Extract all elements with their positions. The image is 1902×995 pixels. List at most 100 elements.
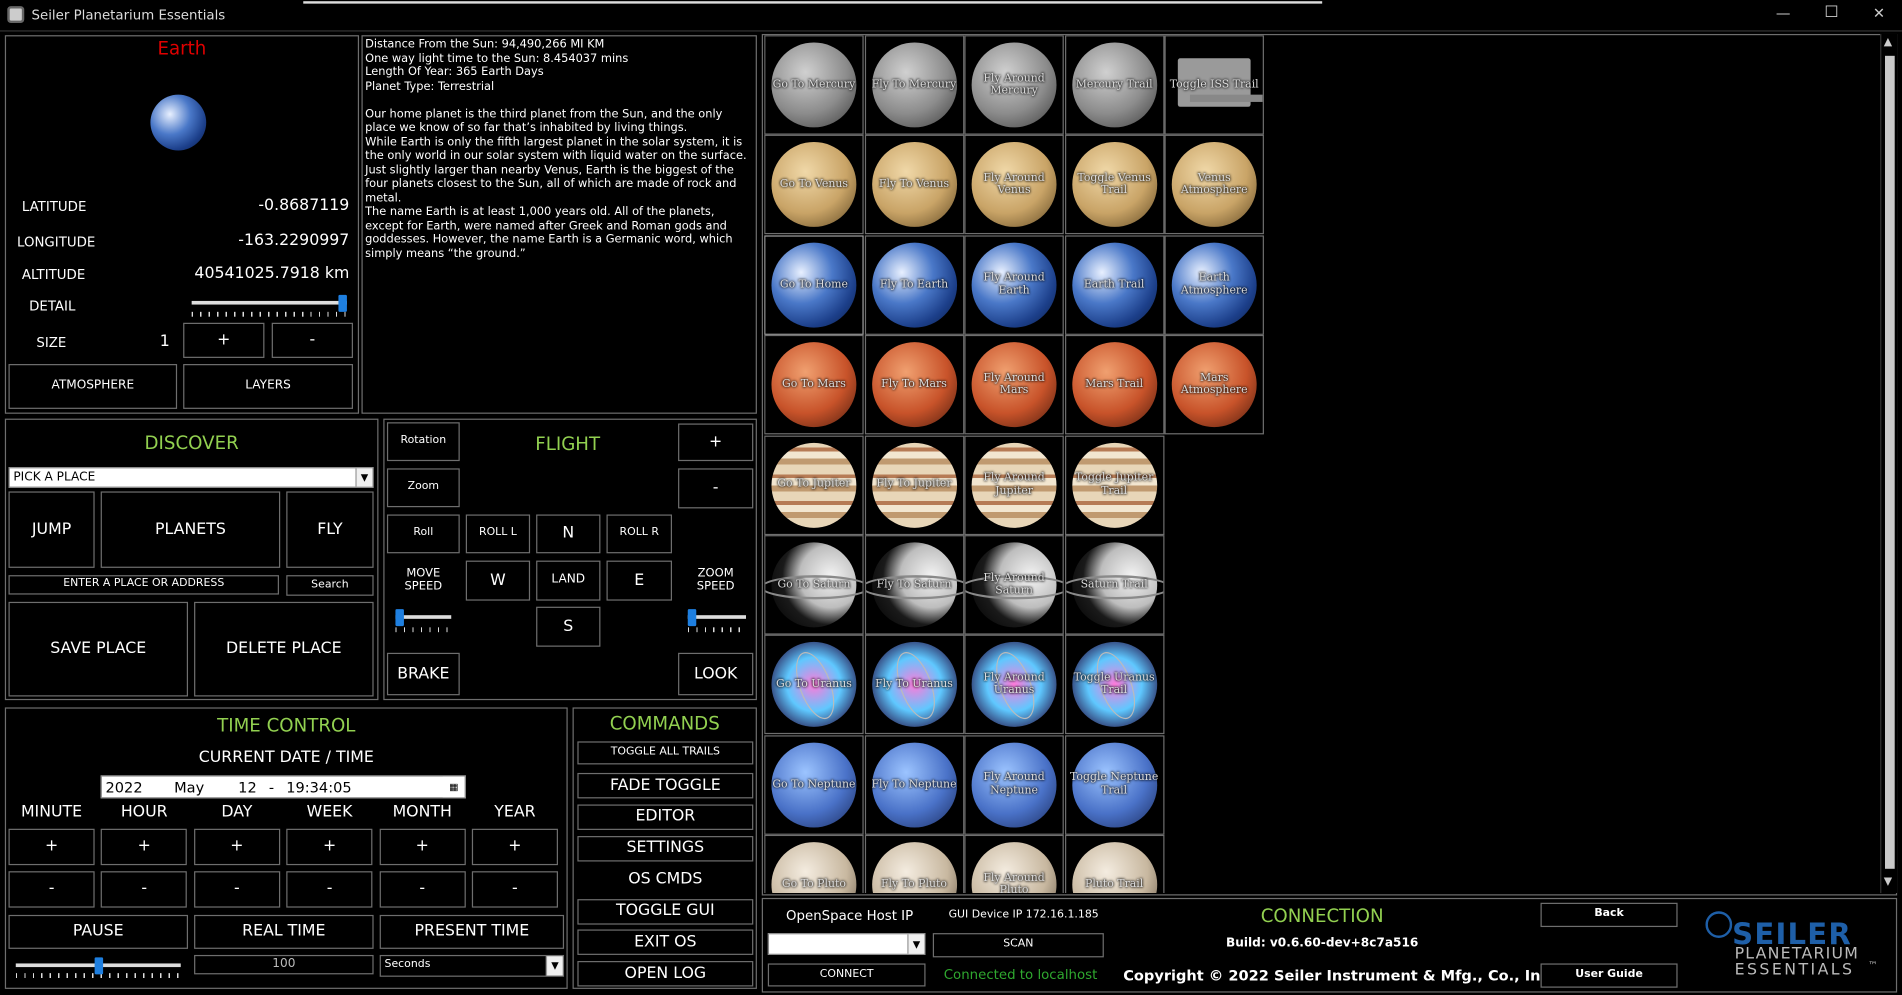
south-button[interactable]: S bbox=[536, 606, 601, 647]
zoom-speed-slider[interactable] bbox=[687, 615, 746, 619]
planet-tile-fly-around-mercury[interactable]: Fly Around Mercury bbox=[964, 35, 1064, 135]
command-os-cmds-button[interactable]: OS CMDS bbox=[577, 867, 754, 893]
flight-plus-button[interactable]: + bbox=[678, 423, 754, 462]
west-button[interactable]: W bbox=[465, 560, 531, 601]
time-minute-decrease-button[interactable]: - bbox=[8, 871, 95, 908]
look-button[interactable]: LOOK bbox=[678, 652, 754, 696]
planet-tile-fly-around-earth[interactable]: Fly Around Earth bbox=[964, 235, 1064, 335]
planet-tile-mars-atmosphere[interactable]: Mars Atmosphere bbox=[1164, 335, 1264, 435]
zoom-speed-thumb[interactable] bbox=[687, 609, 697, 627]
save-place-button[interactable]: SAVE PLACE bbox=[8, 601, 189, 697]
time-year-increase-button[interactable]: + bbox=[471, 828, 558, 866]
time-rate-input[interactable]: 100 bbox=[194, 954, 374, 975]
planet-tile-earth-trail[interactable]: Earth Trail bbox=[1064, 235, 1164, 335]
north-button[interactable]: N bbox=[536, 514, 601, 554]
scroll-thumb[interactable] bbox=[1885, 55, 1895, 869]
minimize-button[interactable]: — bbox=[1776, 5, 1791, 22]
planet-tile-fly-to-earth[interactable]: Fly To Earth bbox=[864, 235, 964, 335]
planet-tile-go-to-venus[interactable]: Go To Venus bbox=[764, 135, 864, 235]
grid-scrollbar[interactable]: ▲ ▼ bbox=[1880, 33, 1898, 894]
pick-place-dropdown[interactable]: PICK A PLACE ▼ bbox=[8, 467, 374, 488]
time-unit-dropdown[interactable]: Seconds ▼ bbox=[379, 954, 565, 977]
maximize-button[interactable]: ☐ bbox=[1824, 4, 1838, 22]
planet-tile-fly-around-pluto[interactable]: Fly Around Pluto bbox=[964, 835, 1064, 894]
planet-tile-fly-to-mars[interactable]: Fly To Mars bbox=[864, 335, 964, 435]
fly-button[interactable]: FLY bbox=[286, 491, 374, 568]
planet-tile-fly-around-venus[interactable]: Fly Around Venus bbox=[964, 135, 1064, 235]
planet-tile-fly-around-jupiter[interactable]: Fly Around Jupiter bbox=[964, 435, 1064, 535]
search-button[interactable]: Search bbox=[286, 575, 374, 596]
planet-tile-fly-to-uranus[interactable]: Fly To Uranus bbox=[864, 635, 964, 735]
calendar-icon[interactable]: ▦ bbox=[442, 776, 465, 798]
time-year-decrease-button[interactable]: - bbox=[471, 871, 558, 908]
east-button[interactable]: E bbox=[606, 560, 673, 601]
command-editor-button[interactable]: EDITOR bbox=[577, 804, 754, 830]
planet-tile-fly-to-jupiter[interactable]: Fly To Jupiter bbox=[864, 435, 964, 535]
scroll-down-icon[interactable]: ▼ bbox=[1884, 876, 1892, 888]
planet-tile-fly-to-pluto[interactable]: Fly To Pluto bbox=[864, 835, 964, 894]
planet-tile-toggle-neptune-trail[interactable]: Toggle Neptune Trail bbox=[1064, 735, 1164, 835]
command-open-log-button[interactable]: OPEN LOG bbox=[577, 961, 754, 987]
planet-tile-mars-trail[interactable]: Mars Trail bbox=[1064, 335, 1164, 435]
size-increase-button[interactable]: + bbox=[183, 322, 265, 358]
move-speed-thumb[interactable] bbox=[395, 609, 404, 627]
command-settings-button[interactable]: SETTINGS bbox=[577, 835, 754, 862]
command-fade-toggle-button[interactable]: FADE TOGGLE bbox=[577, 772, 754, 799]
rotation-button[interactable]: Rotation bbox=[386, 422, 460, 462]
planet-tile-mercury-trail[interactable]: Mercury Trail bbox=[1064, 35, 1164, 135]
planet-tile-go-to-mars[interactable]: Go To Mars bbox=[764, 335, 864, 435]
scan-button[interactable]: SCAN bbox=[932, 933, 1104, 958]
roll-right-button[interactable]: ROLL R bbox=[606, 514, 673, 554]
planet-tile-toggle-uranus-trail[interactable]: Toggle Uranus Trail bbox=[1064, 635, 1164, 735]
time-month-increase-button[interactable]: + bbox=[379, 828, 466, 866]
planets-button[interactable]: PLANETS bbox=[100, 491, 281, 568]
planet-tile-pluto-trail[interactable]: Pluto Trail bbox=[1064, 835, 1164, 894]
pause-button[interactable]: PAUSE bbox=[8, 914, 189, 949]
time-day-decrease-button[interactable]: - bbox=[193, 871, 280, 908]
planet-tile-fly-around-saturn[interactable]: Fly Around Saturn bbox=[964, 535, 1064, 635]
time-week-decrease-button[interactable]: - bbox=[286, 871, 373, 908]
time-day-increase-button[interactable]: + bbox=[193, 828, 280, 866]
time-speed-thumb[interactable] bbox=[94, 957, 103, 975]
planet-tile-saturn-trail[interactable]: Saturn Trail bbox=[1064, 535, 1164, 635]
planet-tile-fly-around-neptune[interactable]: Fly Around Neptune bbox=[964, 735, 1064, 835]
time-month-decrease-button[interactable]: - bbox=[379, 871, 466, 908]
user-guide-button[interactable]: User Guide bbox=[1540, 963, 1678, 988]
brake-button[interactable]: BRAKE bbox=[386, 652, 460, 696]
command-toggle-all-trails-button[interactable]: TOGGLE ALL TRAILS bbox=[577, 741, 754, 765]
flight-minus-button[interactable]: - bbox=[678, 468, 754, 509]
planet-tile-toggle-jupiter-trail[interactable]: Toggle Jupiter Trail bbox=[1064, 435, 1164, 535]
planet-tile-venus-atmosphere[interactable]: Venus Atmosphere bbox=[1164, 135, 1264, 235]
detail-slider[interactable] bbox=[191, 300, 347, 305]
atmosphere-button[interactable]: ATMOSPHERE bbox=[8, 364, 178, 409]
land-button[interactable]: LAND bbox=[536, 560, 601, 601]
planet-tile-fly-around-mars[interactable]: Fly Around Mars bbox=[964, 335, 1064, 435]
planet-tile-toggle-venus-trail[interactable]: Toggle Venus Trail bbox=[1064, 135, 1164, 235]
time-hour-increase-button[interactable]: + bbox=[101, 828, 188, 866]
roll-button[interactable]: Roll bbox=[386, 514, 460, 554]
planet-tile-go-to-jupiter[interactable]: Go To Jupiter bbox=[764, 435, 864, 535]
roll-left-button[interactable]: ROLL L bbox=[465, 514, 531, 554]
planet-tile-fly-to-mercury[interactable]: Fly To Mercury bbox=[864, 35, 964, 135]
detail-slider-thumb[interactable] bbox=[338, 294, 347, 312]
planet-tile-fly-around-uranus[interactable]: Fly Around Uranus bbox=[964, 635, 1064, 735]
time-week-increase-button[interactable]: + bbox=[286, 828, 373, 866]
real-time-button[interactable]: REAL TIME bbox=[194, 914, 374, 949]
jump-button[interactable]: JUMP bbox=[8, 491, 95, 568]
connect-button[interactable]: CONNECT bbox=[767, 963, 926, 987]
address-input[interactable]: ENTER A PLACE OR ADDRESS bbox=[8, 575, 279, 595]
planet-tile-go-to-home[interactable]: Go To Home bbox=[764, 235, 864, 335]
date-time-picker[interactable]: 2022 May 12 - 19:34:05 ▦ bbox=[100, 775, 466, 799]
size-decrease-button[interactable]: - bbox=[271, 322, 353, 358]
command-exit-os-button[interactable]: EXIT OS bbox=[577, 929, 754, 956]
planet-tile-go-to-mercury[interactable]: Go To Mercury bbox=[764, 35, 864, 135]
close-button[interactable]: ✕ bbox=[1873, 5, 1885, 22]
planet-tile-fly-to-venus[interactable]: Fly To Venus bbox=[864, 135, 964, 235]
time-minute-increase-button[interactable]: + bbox=[8, 828, 95, 866]
planet-tile-go-to-neptune[interactable]: Go To Neptune bbox=[764, 735, 864, 835]
back-button[interactable]: Back bbox=[1540, 902, 1678, 928]
layers-button[interactable]: LAYERS bbox=[183, 364, 353, 409]
planet-tile-earth-atmosphere[interactable]: Earth Atmosphere bbox=[1164, 235, 1264, 335]
time-hour-decrease-button[interactable]: - bbox=[101, 871, 188, 908]
zoom-button[interactable]: Zoom bbox=[386, 468, 460, 508]
